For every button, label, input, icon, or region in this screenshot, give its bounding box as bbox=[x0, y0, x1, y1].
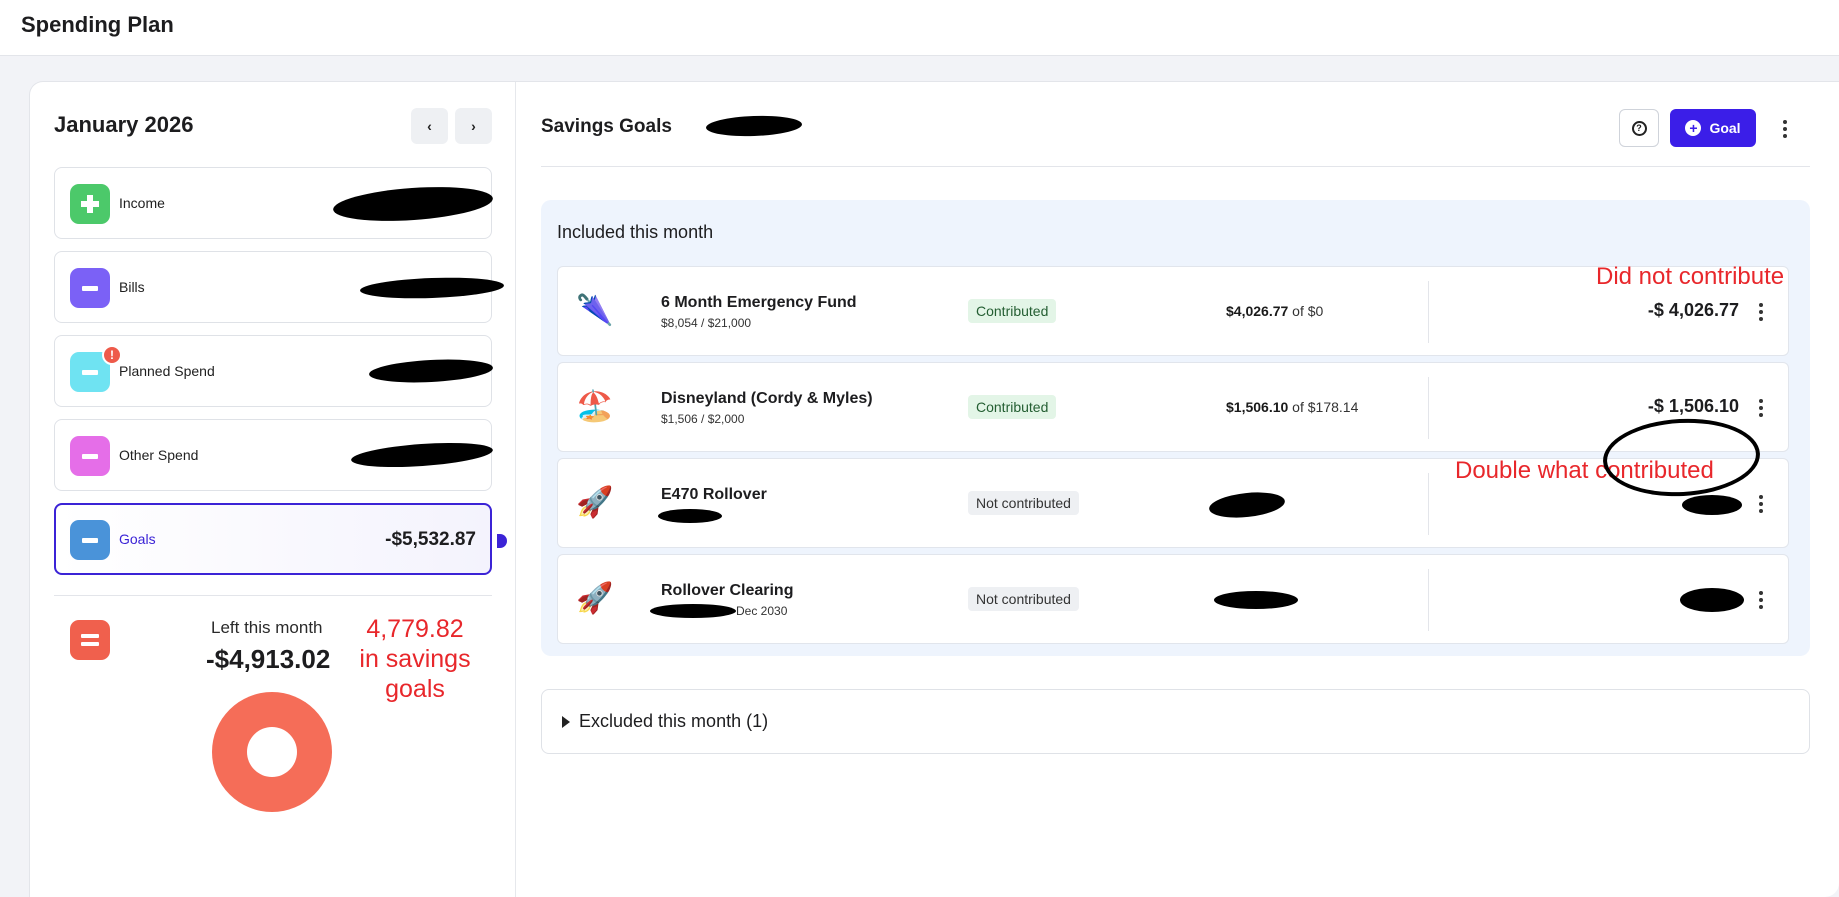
page-title: Spending Plan bbox=[21, 12, 174, 37]
included-title: Included this month bbox=[557, 222, 714, 242]
more-options-icon[interactable] bbox=[1759, 303, 1763, 321]
redaction-mark bbox=[658, 509, 722, 523]
section-title: Savings Goals bbox=[541, 116, 672, 137]
question-icon: ? bbox=[1631, 120, 1647, 136]
divider bbox=[541, 166, 1810, 167]
divider bbox=[1428, 377, 1429, 439]
goal-contribution: $4,026.77 of $0 bbox=[1226, 303, 1324, 319]
category-label: Planned Spend bbox=[119, 363, 215, 379]
left-this-month-label: Left this month bbox=[211, 618, 323, 637]
excluded-this-month-toggle[interactable]: Excluded this month (1) bbox=[541, 689, 1810, 754]
redaction-mark bbox=[350, 439, 494, 471]
equals-icon bbox=[70, 620, 110, 660]
minus-icon bbox=[70, 268, 110, 308]
goal-name: Disneyland (Cordy & Myles) bbox=[661, 390, 873, 407]
goal-progress-total: $1,506 / $2,000 bbox=[661, 412, 745, 426]
divider bbox=[1428, 473, 1429, 535]
savings-goals-panel: Savings Goals ? + Goal Included this mon… bbox=[516, 82, 1839, 897]
redaction-mark bbox=[1680, 588, 1744, 612]
rocket-icon: 🚀 bbox=[576, 486, 614, 519]
top-bar: Spending Plan bbox=[0, 0, 1839, 56]
goal-row[interactable]: 🏖️ Disneyland (Cordy & Myles) $1,506 / $… bbox=[557, 362, 1789, 452]
excluded-label: Excluded this month (1) bbox=[579, 711, 769, 731]
redaction-mark bbox=[368, 356, 494, 386]
help-button[interactable]: ? bbox=[1619, 109, 1659, 147]
caret-right-icon bbox=[562, 716, 570, 728]
goal-amount: -$ 4,026.77 bbox=[1647, 300, 1739, 320]
goal-name: Rollover Clearing bbox=[661, 582, 794, 599]
redaction-mark bbox=[1214, 591, 1298, 609]
category-label: Bills bbox=[119, 279, 145, 295]
status-badge: Contributed bbox=[968, 299, 1057, 323]
redaction-mark bbox=[1207, 489, 1287, 521]
divider bbox=[54, 595, 492, 596]
add-goal-label: Goal bbox=[1709, 120, 1741, 136]
goal-target-date: Dec 2030 bbox=[736, 604, 788, 618]
divider bbox=[1428, 569, 1429, 631]
next-month-button[interactable]: › bbox=[455, 108, 492, 144]
category-income[interactable]: Income bbox=[54, 167, 494, 239]
more-options-icon[interactable] bbox=[1759, 495, 1763, 513]
status-badge: Not contributed bbox=[968, 491, 1079, 515]
goal-row[interactable]: 🚀 Rollover Clearing Dec 2030 Not contrib… bbox=[557, 554, 1789, 644]
status-badge: Not contributed bbox=[968, 587, 1079, 611]
goal-name: 6 Month Emergency Fund bbox=[661, 294, 857, 311]
month-title: January 2026 bbox=[54, 112, 194, 137]
category-amount: -$5,532.87 bbox=[385, 529, 476, 550]
donut-chart bbox=[212, 692, 332, 812]
more-options-icon[interactable] bbox=[1759, 591, 1763, 609]
goal-name: E470 Rollover bbox=[661, 486, 767, 503]
redaction-mark bbox=[1682, 495, 1742, 515]
redaction-mark bbox=[359, 275, 505, 301]
add-goal-button[interactable]: + Goal bbox=[1670, 109, 1756, 147]
month-summary-panel: January 2026 ‹ › Income Bills ! Planned … bbox=[30, 82, 516, 897]
spending-plan-card: January 2026 ‹ › Income Bills ! Planned … bbox=[29, 81, 1839, 897]
annotation-savings-goals: 4,779.82 in savings goals bbox=[359, 615, 471, 703]
category-other-spend[interactable]: Other Spend bbox=[54, 419, 494, 491]
annotation-did-not-contribute: Did not contribute bbox=[1596, 263, 1785, 290]
minus-icon bbox=[70, 520, 110, 560]
goal-amount: -$ 1,506.10 bbox=[1647, 396, 1739, 416]
category-label: Other Spend bbox=[119, 447, 199, 463]
goal-progress-total: $8,054 / $21,000 bbox=[661, 316, 752, 330]
more-options-icon[interactable] bbox=[1783, 120, 1787, 138]
category-bills[interactable]: Bills bbox=[54, 251, 505, 323]
plus-circle-icon: + bbox=[1685, 120, 1702, 136]
minus-icon bbox=[70, 436, 110, 476]
category-label: Income bbox=[119, 195, 165, 211]
status-badge: Contributed bbox=[968, 395, 1057, 419]
category-goals[interactable]: Goals -$5,532.87 bbox=[54, 503, 492, 575]
category-planned-spend[interactable]: ! Planned Spend bbox=[54, 335, 494, 407]
goal-contribution: $1,506.10 of $178.14 bbox=[1226, 399, 1359, 415]
alert-badge: ! bbox=[102, 345, 122, 365]
previous-month-button[interactable]: ‹ bbox=[411, 108, 448, 144]
category-label: Goals bbox=[119, 531, 156, 547]
redaction-mark bbox=[705, 114, 803, 138]
redaction-mark bbox=[650, 604, 736, 618]
rocket-icon: 🚀 bbox=[576, 582, 614, 615]
plus-icon bbox=[70, 184, 110, 224]
active-indicator bbox=[497, 534, 507, 548]
more-options-icon[interactable] bbox=[1759, 399, 1763, 417]
divider bbox=[1428, 281, 1429, 343]
umbrella-icon: 🌂 bbox=[576, 294, 614, 327]
redaction-mark bbox=[332, 182, 494, 226]
left-this-month-amount: -$4,913.02 bbox=[206, 644, 331, 674]
beach-icon: 🏖️ bbox=[576, 390, 614, 423]
